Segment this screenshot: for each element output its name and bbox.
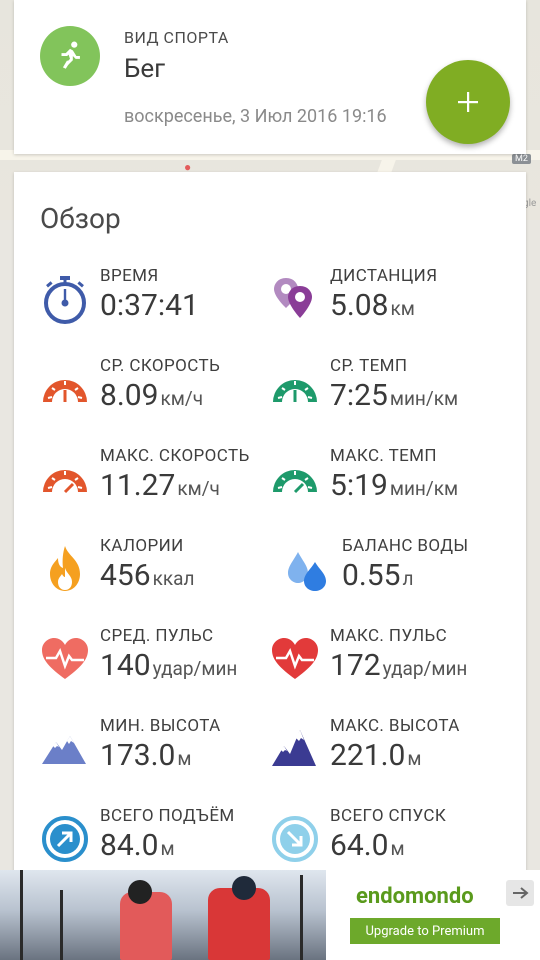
stat-value: 64.0 <box>330 828 389 863</box>
stopwatch-icon <box>44 276 86 324</box>
overview-title: Обзор <box>40 202 121 235</box>
stat-label: СР. ТЕМП <box>330 356 408 376</box>
stat-unit: м <box>407 747 422 770</box>
stat-unit: удар/мин <box>152 657 238 680</box>
plus-icon <box>458 92 478 112</box>
stat-min-altitude: МИН. ВЫСОТА 173.0 м <box>40 716 280 786</box>
stat-max-pace: МАКС. ТЕМП 5:19 мин/км <box>270 446 510 516</box>
stat-label: ВРЕМЯ <box>100 266 159 286</box>
mountains-icon <box>42 736 86 764</box>
stat-value: 7:25 <box>330 378 388 413</box>
overview-card: Обзор ВРЕМЯ 0:37:41 ДИСТАНЦИЯ 5.08 км СР… <box>14 172 526 872</box>
descent-icon <box>272 816 318 862</box>
stat-unit: мин/км <box>389 387 459 410</box>
stat-water-balance: БАЛАНС ВОДЫ 0.55 л <box>282 536 522 606</box>
stat-label: СРЕД. ПУЛЬС <box>100 626 214 646</box>
stat-label: КАЛОРИИ <box>100 536 184 556</box>
stat-max-speed: МАКС. СКОРОСТЬ 11.27 км/ч <box>40 446 280 516</box>
upgrade-premium-button[interactable]: Upgrade to Premium <box>350 918 500 944</box>
workout-date[interactable]: воскресенье, 3 Июл 2016 19:16 <box>124 106 387 127</box>
stat-unit: м <box>390 837 405 860</box>
speedometer-max-icon <box>43 470 87 494</box>
stat-value: 173.0 <box>100 738 176 773</box>
ad-banner[interactable]: endomondo Upgrade to Premium <box>0 870 540 960</box>
ascent-icon <box>42 816 88 862</box>
stat-unit: м <box>160 837 175 860</box>
stat-total-descent: ВСЕГО СПУСК 64.0 м <box>270 806 510 876</box>
ad-badge-icon[interactable] <box>506 880 534 906</box>
stat-value: 172 <box>330 648 381 683</box>
stat-label: МАКС. СКОРОСТЬ <box>100 446 250 466</box>
stat-avg-pace: СР. ТЕМП 7:25 мин/км <box>270 356 510 426</box>
heart-pulse-icon <box>42 638 88 679</box>
road-badge: M2 <box>512 154 531 164</box>
sport-type-value[interactable]: Бег <box>124 54 165 84</box>
stat-value: 456 <box>100 558 151 593</box>
endomondo-logo: endomondo <box>356 884 474 909</box>
stat-unit: мин/км <box>389 477 459 500</box>
add-button[interactable] <box>426 60 510 144</box>
stat-label: ВСЕГО СПУСК <box>330 806 447 826</box>
stat-label: БАЛАНС ВОДЫ <box>342 536 469 556</box>
stat-avg-speed: СР. СКОРОСТЬ 8.09 км/ч <box>40 356 280 426</box>
stat-value: 5:19 <box>330 468 388 503</box>
stat-distance: ДИСТАНЦИЯ 5.08 км <box>270 266 510 336</box>
stat-max-heart-rate: МАКС. ПУЛЬС 172 удар/мин <box>270 626 510 696</box>
stat-value: 221.0 <box>330 738 406 773</box>
water-drops-icon <box>288 552 326 591</box>
stat-label: ДИСТАНЦИЯ <box>330 266 438 286</box>
stat-label: МАКС. ПУЛЬС <box>330 626 448 646</box>
stat-unit: км/ч <box>177 477 220 500</box>
ad-photo <box>0 870 326 960</box>
sport-type-label: ВИД СПОРТА <box>124 28 229 47</box>
stat-value: 0:37:41 <box>100 288 199 323</box>
map-pins-icon <box>274 278 312 318</box>
stat-avg-heart-rate: СРЕД. ПУЛЬС 140 удар/мин <box>40 626 280 696</box>
stat-unit: ккал <box>152 567 195 590</box>
stat-time: ВРЕМЯ 0:37:41 <box>40 266 280 336</box>
stat-unit: км/ч <box>160 387 204 410</box>
runner-icon <box>61 41 80 69</box>
sport-avatar[interactable] <box>40 26 100 86</box>
stat-label: СР. СКОРОСТЬ <box>100 356 221 376</box>
stat-value: 8.09 <box>100 378 159 413</box>
heart-pulse-max-icon <box>272 638 318 679</box>
stat-calories: КАЛОРИИ 456 ккал <box>40 536 280 606</box>
stat-label: МАКС. ВЫСОТА <box>330 716 460 736</box>
stat-label: ВСЕГО ПОДЪЁМ <box>100 806 235 826</box>
stat-value: 84.0 <box>100 828 159 863</box>
pace-gauge-max-icon <box>273 470 317 494</box>
stat-label: МИН. ВЫСОТА <box>100 716 221 736</box>
flame-icon <box>50 546 80 591</box>
speedometer-icon <box>43 380 87 402</box>
stat-value: 5.08 <box>330 288 389 323</box>
runner-head <box>232 876 256 900</box>
stat-value: 140 <box>100 648 151 683</box>
ad-brand-panel: endomondo Upgrade to Premium <box>326 870 540 960</box>
stat-total-ascent: ВСЕГО ПОДЪЁМ 84.0 м <box>40 806 280 876</box>
stat-unit: км <box>390 297 415 320</box>
stat-max-altitude: МАКС. ВЫСОТА 221.0 м <box>270 716 510 786</box>
stat-unit: удар/мин <box>382 657 468 680</box>
stat-unit: м <box>177 747 192 770</box>
stat-value: 11.27 <box>100 468 176 503</box>
stat-label: МАКС. ТЕМП <box>330 446 437 466</box>
mountains-max-icon <box>272 730 316 766</box>
stat-unit: л <box>402 567 414 590</box>
runner-head <box>128 880 152 904</box>
pace-gauge-icon <box>273 380 317 402</box>
stat-value: 0.55 <box>342 558 401 593</box>
